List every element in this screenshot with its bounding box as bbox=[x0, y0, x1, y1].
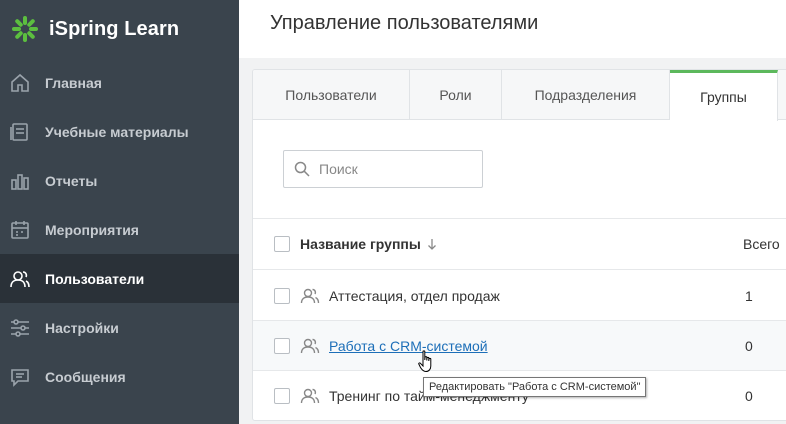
row-checkbox[interactable] bbox=[274, 338, 290, 354]
tab-departments[interactable]: Подразделения bbox=[502, 70, 670, 120]
search-input[interactable] bbox=[319, 161, 469, 177]
app-name: iSpring Learn bbox=[49, 17, 180, 40]
groups-panel: Пользователи Роли Подразделения Группы Н… bbox=[252, 69, 786, 421]
select-all-checkbox[interactable] bbox=[274, 236, 290, 252]
group-icon bbox=[300, 338, 320, 354]
logo[interactable]: iSpring Learn bbox=[0, 0, 239, 58]
sidebar-item-label: Главная bbox=[45, 74, 102, 91]
sidebar-item-label: Настройки bbox=[45, 319, 119, 336]
column-header-name-label: Название группы bbox=[300, 236, 421, 252]
materials-icon bbox=[8, 120, 32, 144]
table-row[interactable]: Работа с CRM-системой 0 bbox=[253, 321, 786, 371]
sidebar-item-settings[interactable]: Настройки bbox=[0, 303, 239, 352]
sidebar-item-users[interactable]: Пользователи bbox=[0, 254, 239, 303]
sidebar-item-events[interactable]: Мероприятия bbox=[0, 205, 239, 254]
hand-pointer-cursor-icon bbox=[418, 350, 432, 373]
row-checkbox[interactable] bbox=[274, 288, 290, 304]
ispring-logo-icon bbox=[12, 16, 38, 42]
users-icon bbox=[8, 267, 32, 291]
group-count: 1 bbox=[745, 288, 753, 304]
tab-bar: Пользователи Роли Подразделения Группы bbox=[253, 70, 786, 121]
sidebar-item-reports[interactable]: Отчеты bbox=[0, 156, 239, 205]
column-header-name[interactable]: Название группы bbox=[300, 236, 437, 252]
calendar-icon bbox=[8, 218, 32, 242]
search-icon bbox=[294, 161, 310, 177]
page-title: Управление пользователями bbox=[270, 12, 539, 34]
tab-groups[interactable]: Группы bbox=[670, 70, 778, 121]
group-name: Аттестация, отдел продаж bbox=[329, 288, 500, 304]
sidebar-item-home[interactable]: Главная bbox=[0, 58, 239, 107]
group-count: 0 bbox=[745, 338, 753, 354]
group-icon bbox=[300, 288, 320, 304]
settings-icon bbox=[8, 316, 32, 340]
messages-icon bbox=[8, 365, 32, 389]
sidebar-item-materials[interactable]: Учебные материалы bbox=[0, 107, 239, 156]
table-row[interactable]: Аттестация, отдел продаж 1 bbox=[253, 271, 786, 321]
chart-icon bbox=[8, 169, 32, 193]
sidebar-item-label: Сообщения bbox=[45, 368, 126, 385]
tooltip: Редактировать "Работа с CRM-системой" bbox=[423, 377, 647, 397]
group-icon bbox=[300, 388, 320, 404]
row-checkbox[interactable] bbox=[274, 388, 290, 404]
page-header: Управление пользователями bbox=[239, 0, 786, 58]
sidebar-item-label: Учебные материалы bbox=[45, 123, 189, 140]
sidebar-item-label: Пользователи bbox=[45, 270, 145, 287]
tab-roles[interactable]: Роли bbox=[410, 70, 502, 120]
sidebar-item-label: Отчеты bbox=[45, 172, 98, 189]
table-header: Название группы Всего bbox=[253, 218, 786, 270]
sidebar-item-label: Мероприятия bbox=[45, 221, 139, 238]
tab-users[interactable]: Пользователи bbox=[253, 70, 410, 120]
group-name-link[interactable]: Работа с CRM-системой bbox=[329, 338, 488, 354]
search-box[interactable] bbox=[283, 150, 483, 188]
column-header-total[interactable]: Всего bbox=[743, 236, 780, 252]
group-count: 0 bbox=[745, 388, 753, 404]
sort-arrow-down-icon[interactable] bbox=[427, 238, 437, 250]
home-icon bbox=[8, 71, 32, 95]
sidebar: iSpring Learn Главная Учебные материалы … bbox=[0, 0, 239, 424]
sidebar-item-messages[interactable]: Сообщения bbox=[0, 352, 239, 401]
